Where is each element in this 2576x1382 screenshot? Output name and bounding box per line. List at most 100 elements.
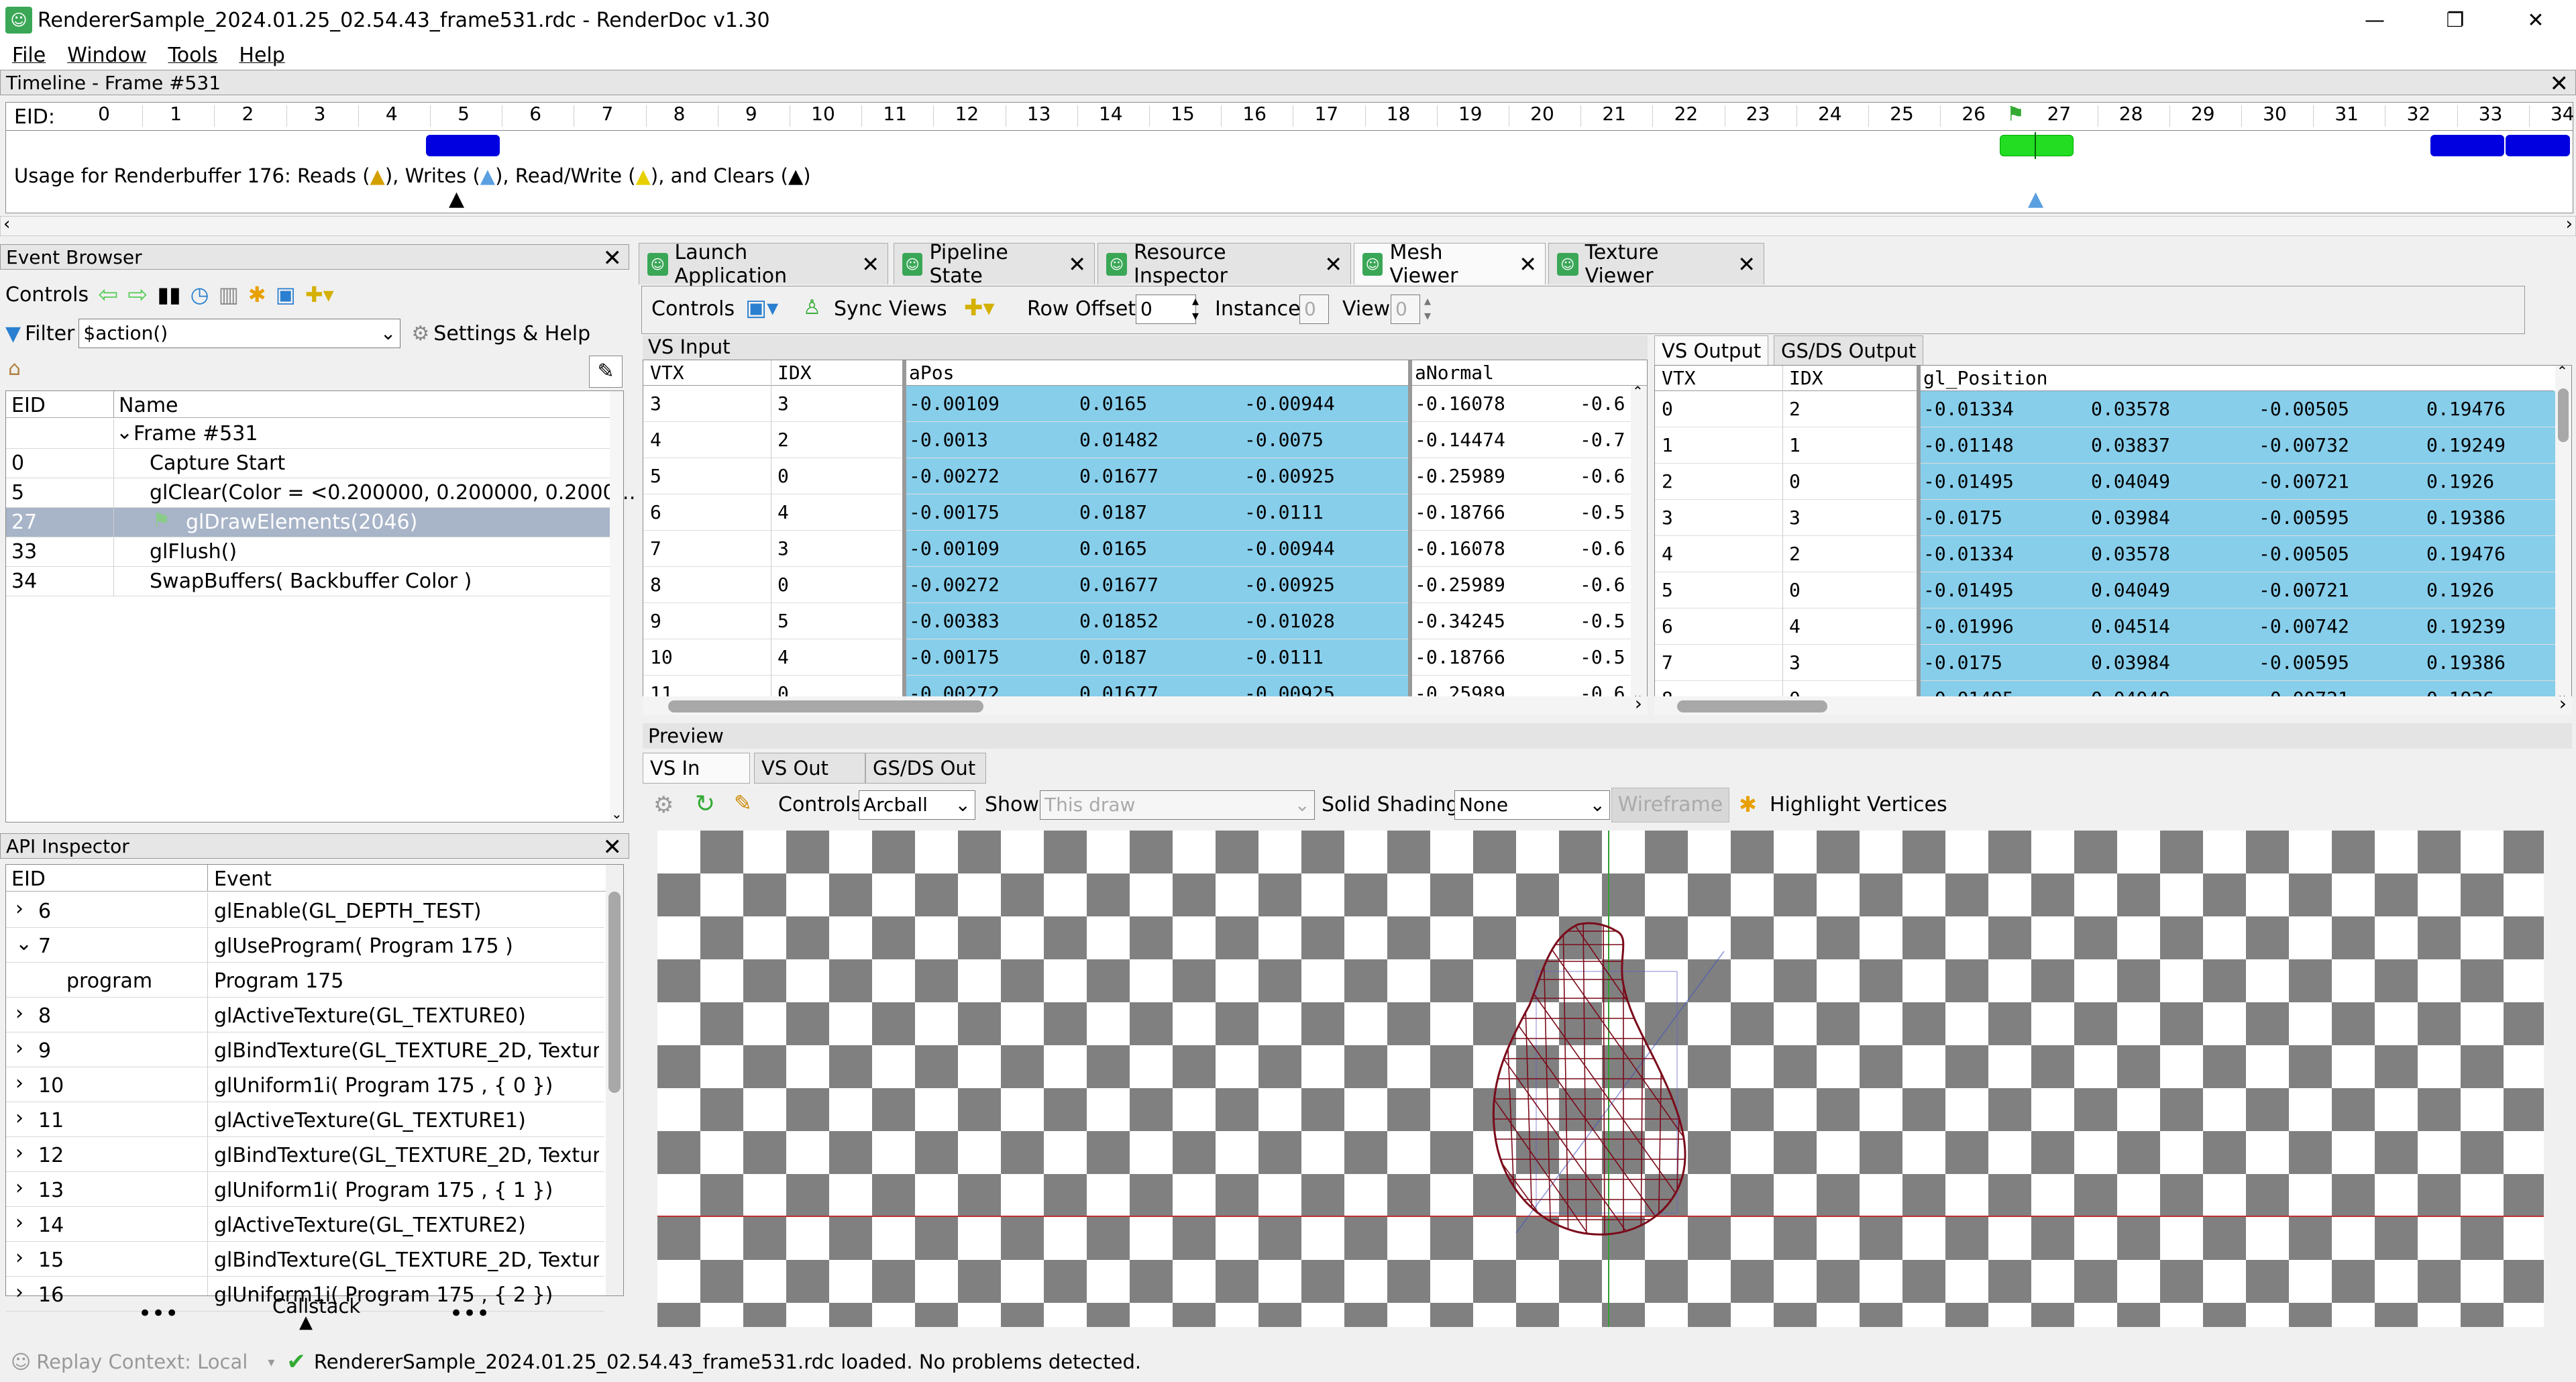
menu-window[interactable]: Window xyxy=(67,44,146,67)
row-offset-input[interactable]: 0 xyxy=(1136,295,1196,324)
scroll-left-icon[interactable]: ‹ xyxy=(3,214,10,234)
tab-mesh-viewer[interactable]: ☺ Mesh Viewer ✕ xyxy=(1354,241,1546,288)
grid-cell[interactable]: 0 xyxy=(1782,572,1917,608)
close-tab-icon[interactable]: ✕ xyxy=(1324,252,1342,277)
grid-cell[interactable]: 5 xyxy=(1655,572,1782,608)
grid-cell[interactable]: 3 xyxy=(1782,645,1917,681)
grid-cell[interactable]: -0.01334 xyxy=(1917,536,2084,572)
grid-cell[interactable]: -0.5 xyxy=(1573,639,1640,676)
grid-cell[interactable]: -0.00925 xyxy=(1238,458,1408,494)
timeline-eid-tick[interactable]: 6 xyxy=(515,103,555,128)
extensions-icon[interactable]: ✚▾ xyxy=(305,282,334,307)
col-eid-header[interactable]: EID xyxy=(11,394,46,417)
settings-gear-icon[interactable]: ⚙ xyxy=(653,792,674,818)
menu-help[interactable]: Help xyxy=(239,44,284,67)
timeline-eid-tick[interactable]: 2 xyxy=(227,103,268,128)
grid-cell[interactable]: 0.01677 xyxy=(1073,567,1238,603)
grid-cell[interactable]: 0.19386 xyxy=(2420,500,2571,536)
tab-vs-out[interactable]: VS Out xyxy=(754,753,865,784)
grid-cell[interactable]: -0.25989 xyxy=(1408,567,1573,603)
timeline-eid-tick[interactable]: 7 xyxy=(587,103,627,128)
api-row[interactable]: › 6 glEnable(GL_DEPTH_TEST) xyxy=(6,893,604,928)
api-scrollbar[interactable] xyxy=(606,865,623,1295)
timeline-marker-eid27[interactable] xyxy=(2000,135,2074,156)
grid-cell[interactable]: -0.00742 xyxy=(2252,608,2420,645)
grid-cell[interactable]: 0.19476 xyxy=(2420,536,2571,572)
grid-cell[interactable]: -0.5 xyxy=(1573,603,1640,639)
grid-cell[interactable]: 4 xyxy=(771,494,902,531)
grid-cell[interactable]: -0.25989 xyxy=(1408,458,1573,494)
grid-cell[interactable]: 4 xyxy=(643,422,771,458)
grid-cell[interactable]: 0.03578 xyxy=(2084,536,2252,572)
grid-cell[interactable]: 9 xyxy=(643,603,771,639)
filter-dropdown-icon[interactable]: ⌄ xyxy=(380,319,396,348)
grid-cell[interactable]: -0.01495 xyxy=(1917,464,2084,500)
grid-cell[interactable]: -0.00944 xyxy=(1238,531,1408,567)
column-divider[interactable] xyxy=(1408,360,1412,701)
grid-cell[interactable]: -0.00505 xyxy=(2252,391,2420,427)
more-left-icon[interactable]: ••• xyxy=(138,1300,178,1327)
timeline-eid-tick[interactable]: 15 xyxy=(1163,103,1203,128)
api-row[interactable]: › 14 glActiveTexture(GL_TEXTURE2) xyxy=(6,1207,604,1242)
vs-output-grid[interactable]: VTX IDX gl_Position 0 2 -0.01334 0.03578 -0.005… xyxy=(1654,365,2572,702)
timeline-eid-tick[interactable]: 8 xyxy=(659,103,700,128)
sync-views-button[interactable]: Sync Views xyxy=(834,297,947,321)
highlight-vertices-icon[interactable]: ✱ xyxy=(1739,792,1757,817)
grid-cell[interactable]: 3 xyxy=(1655,500,1782,536)
timeline-eid-tick[interactable]: 13 xyxy=(1019,103,1059,128)
timeline-marker-eid5[interactable] xyxy=(426,135,500,156)
replay-context-label[interactable]: Replay Context: Local xyxy=(36,1350,248,1373)
grid-cell[interactable]: 1 xyxy=(1782,427,1917,464)
timeline-eid-tick[interactable]: 19 xyxy=(1450,103,1491,128)
api-row[interactable]: › 8 glActiveTexture(GL_TEXTURE0) xyxy=(6,998,604,1032)
timeline-eid-tick[interactable]: 31 xyxy=(2326,103,2367,128)
timeline-eid-tick[interactable]: 20 xyxy=(1522,103,1562,128)
tab-resource-inspector[interactable]: ☺ Resource Inspector ✕ xyxy=(1097,241,1351,288)
grid-cell[interactable]: -0.00175 xyxy=(902,494,1073,531)
api-row[interactable]: › 13 glUniform1i( Program 175 , { 1 }) xyxy=(6,1172,604,1207)
grid-cell[interactable]: 7 xyxy=(643,531,771,567)
close-tab-icon[interactable]: ✕ xyxy=(1737,252,1756,277)
timeline-eid-tick[interactable]: 4 xyxy=(372,103,412,128)
api-row[interactable]: › 12 glBindTexture(GL_TEXTURE_2D, Texture xyxy=(6,1137,604,1172)
time-durations-icon[interactable]: ◷ xyxy=(191,282,209,307)
tab-vs-in[interactable]: VS In xyxy=(643,753,750,784)
grid-cell[interactable]: 5 xyxy=(643,458,771,494)
grid-cell[interactable]: 0.1926 xyxy=(2420,572,2571,608)
timeline-eid-tick[interactable]: 3 xyxy=(300,103,340,128)
vs-input-hscroll[interactable]: › xyxy=(643,692,1648,715)
grid-column-header[interactable]: VTX xyxy=(650,362,684,384)
grid-cell[interactable]: -0.18766 xyxy=(1408,494,1573,531)
vs-output-hscroll-thumb[interactable] xyxy=(1677,700,1827,712)
grid-cell[interactable]: -0.0111 xyxy=(1238,494,1408,531)
grid-cell[interactable]: -0.6 xyxy=(1573,531,1640,567)
grid-cell[interactable]: 0.03984 xyxy=(2084,645,2252,681)
grid-column-header[interactable]: VTX xyxy=(1662,367,1696,389)
api-row[interactable]: › 15 glBindTexture(GL_TEXTURE_2D, Texture xyxy=(6,1242,604,1277)
grid-cell[interactable]: 6 xyxy=(643,494,771,531)
chevron-right-icon[interactable]: › xyxy=(15,1141,23,1165)
chevron-right-icon[interactable]: › xyxy=(15,1246,23,1269)
grid-cell[interactable]: -0.00721 xyxy=(2252,464,2420,500)
timeline-eid-tick[interactable]: 1 xyxy=(156,103,196,128)
grid-cell[interactable]: 0 xyxy=(1655,391,1782,427)
timeline-eid-tick[interactable]: 16 xyxy=(1234,103,1275,128)
highlight-vertices-button[interactable]: Highlight Vertices xyxy=(1770,793,1947,816)
grid-cell[interactable]: 2 xyxy=(1782,391,1917,427)
grid-cell[interactable]: 0.19249 xyxy=(2420,427,2571,464)
grid-cell[interactable]: -0.00175 xyxy=(902,639,1073,676)
timeline-marker-eid33[interactable] xyxy=(2430,135,2504,156)
api-tree[interactable]: EID Event › 6 glEnable(GL_DEPTH_TEST) ⌄ 7 glU… xyxy=(5,864,624,1312)
forward-arrow-icon[interactable]: ⇨ xyxy=(127,281,148,309)
tree-node-frame[interactable]: ⌄ Frame #531 xyxy=(6,419,610,449)
grid-cell[interactable]: 3 xyxy=(771,386,902,422)
grid-cell[interactable]: 0.01677 xyxy=(1073,458,1238,494)
grid-column-header[interactable]: aPos xyxy=(909,362,954,384)
grid-cell[interactable]: -0.18766 xyxy=(1408,639,1573,676)
grid-cell[interactable]: -0.00272 xyxy=(902,567,1073,603)
grid-cell[interactable]: 5 xyxy=(771,603,902,639)
api-row[interactable]: › 9 glBindTexture(GL_TEXTURE_2D, Texture xyxy=(6,1032,604,1067)
wireframe-toggle[interactable]: Wireframe xyxy=(1611,788,1729,822)
timeline-eid-tick[interactable]: 18 xyxy=(1379,103,1419,128)
callstack-toggle[interactable]: Callstack xyxy=(272,1295,360,1318)
